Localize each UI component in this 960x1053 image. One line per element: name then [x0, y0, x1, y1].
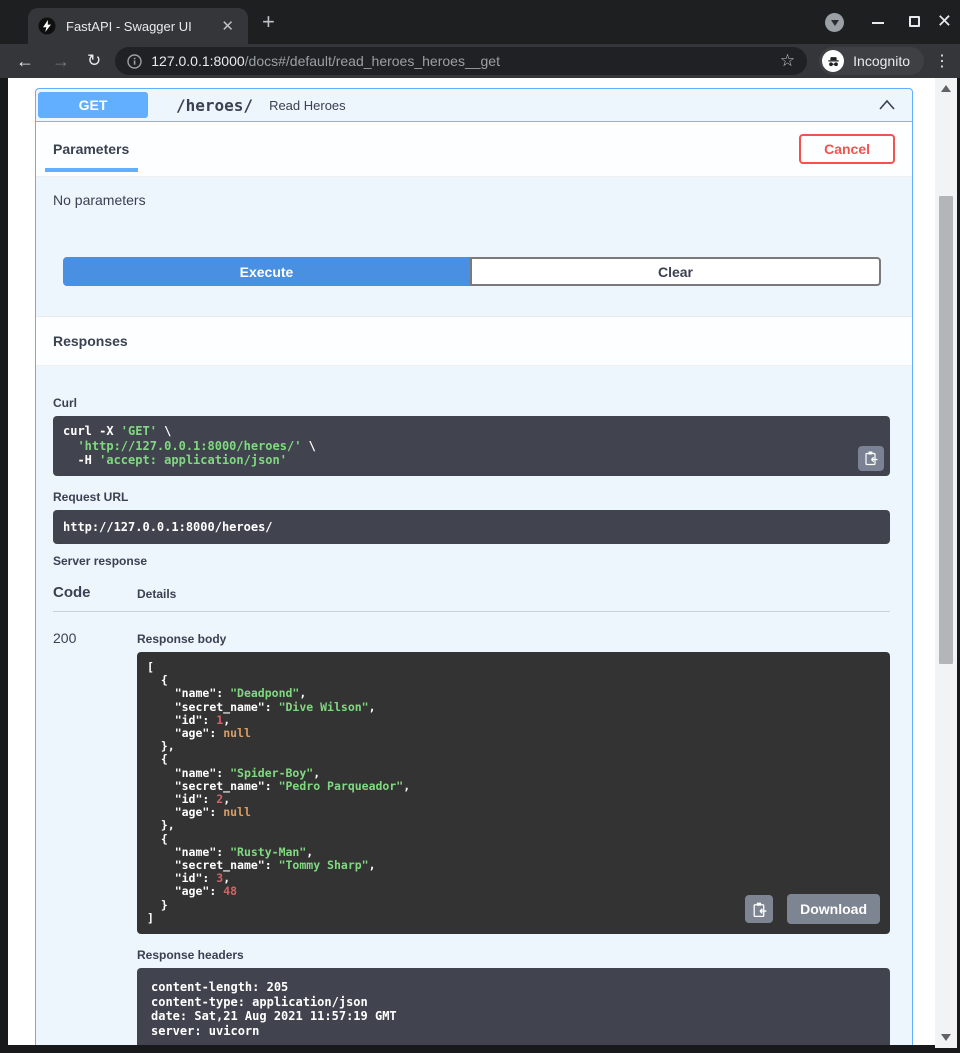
server-response-label: Server response — [53, 554, 890, 568]
request-url-value: http://127.0.0.1:8000/heroes/ — [53, 510, 890, 545]
response-row-200: 200 Response body [ { "name": "Deadpond"… — [53, 624, 890, 1045]
browser-window: FastAPI - Swagger UI ✕ + ✕ ← → ↻ 127.0.0… — [0, 0, 960, 1053]
page-scrollbar[interactable] — [935, 78, 957, 1048]
browser-tab-strip: FastAPI - Swagger UI ✕ + ✕ — [0, 0, 960, 44]
http-method-badge: GET — [38, 92, 148, 118]
curl-label: Curl — [53, 396, 890, 410]
code-column-header: Code — [53, 584, 137, 601]
scroll-down-arrow-icon[interactable] — [941, 1034, 951, 1041]
clear-button[interactable]: Clear — [470, 257, 881, 286]
tab-title: FastAPI - Swagger UI — [66, 19, 217, 34]
operation-description: Read Heroes — [269, 98, 346, 113]
response-body-label: Response body — [137, 632, 890, 646]
copy-response-button[interactable] — [745, 895, 773, 923]
active-tab-underline — [45, 168, 138, 172]
download-button[interactable]: Download — [787, 894, 880, 924]
window-minimize-button[interactable] — [872, 22, 884, 24]
parameters-title: Parameters — [53, 141, 129, 157]
operation-summary[interactable]: GET /heroes/ Read Heroes — [36, 89, 912, 122]
execute-wrapper: Execute Clear — [36, 257, 912, 286]
no-parameters-message: No parameters — [36, 177, 912, 257]
response-table-header: Code Details — [53, 584, 890, 612]
tab-close-icon[interactable]: ✕ — [217, 17, 238, 36]
reload-button-icon[interactable]: ↻ — [87, 52, 101, 70]
url-path: /docs#/default/read_heroes_heroes__get — [245, 53, 500, 69]
forward-button-icon[interactable]: → — [52, 52, 70, 70]
response-headers-label: Response headers — [137, 948, 890, 962]
responses-header: Responses — [36, 316, 912, 366]
curl-command: curl -X 'GET' \ 'http://127.0.0.1:8000/h… — [53, 416, 890, 476]
fastapi-favicon-icon — [38, 17, 56, 35]
incognito-icon — [822, 50, 844, 72]
responses-body: Curl curl -X 'GET' \ 'http://127.0.0.1:8… — [36, 366, 912, 1045]
window-close-button[interactable]: ✕ — [937, 11, 952, 31]
details-column-header: Details — [137, 584, 176, 601]
address-bar[interactable]: 127.0.0.1:8000/docs#/default/read_heroes… — [115, 47, 807, 75]
cancel-button[interactable]: Cancel — [799, 134, 895, 164]
collapse-chevron-icon[interactable] — [878, 99, 896, 111]
response-body-json: [ { "name": "Deadpond", "secret_name": "… — [137, 652, 890, 934]
url-text[interactable]: 127.0.0.1:8000/docs#/default/read_heroes… — [151, 53, 772, 69]
page-info-icon[interactable] — [127, 54, 142, 69]
swagger-page: GET /heroes/ Read Heroes Parameters Canc… — [8, 78, 935, 1045]
url-host: 127.0.0.1:8000 — [151, 53, 244, 69]
responses-title: Responses — [53, 333, 128, 349]
window-maximize-button[interactable] — [909, 16, 920, 27]
browser-tab[interactable]: FastAPI - Swagger UI ✕ — [28, 8, 248, 44]
response-headers-block: content-length: 205 content-type: applic… — [137, 968, 890, 1045]
status-code: 200 — [53, 624, 137, 1045]
response-details: Response body [ { "name": "Deadpond", "s… — [137, 624, 890, 1045]
copy-curl-button[interactable] — [858, 446, 884, 471]
incognito-badge: Incognito — [819, 47, 924, 75]
bookmark-star-icon[interactable]: ☆ — [780, 51, 795, 71]
response-body-actions: Download — [745, 894, 880, 924]
new-tab-button[interactable]: + — [262, 10, 275, 34]
browser-update-icon[interactable] — [825, 13, 844, 32]
browser-menu-icon[interactable]: ⋮ — [934, 51, 950, 71]
operation-path: /heroes/ — [176, 96, 253, 115]
scroll-up-arrow-icon[interactable] — [941, 85, 951, 92]
scrollbar-thumb[interactable] — [939, 196, 953, 664]
back-button-icon[interactable]: ← — [16, 52, 34, 70]
execute-button[interactable]: Execute — [63, 257, 470, 286]
browser-toolbar: ← → ↻ 127.0.0.1:8000/docs#/default/read_… — [0, 44, 960, 78]
parameters-header: Parameters Cancel — [36, 122, 912, 177]
request-url-label: Request URL — [53, 490, 890, 504]
operation-block-get-heroes: GET /heroes/ Read Heroes Parameters Canc… — [35, 88, 913, 1045]
incognito-label: Incognito — [853, 53, 910, 69]
